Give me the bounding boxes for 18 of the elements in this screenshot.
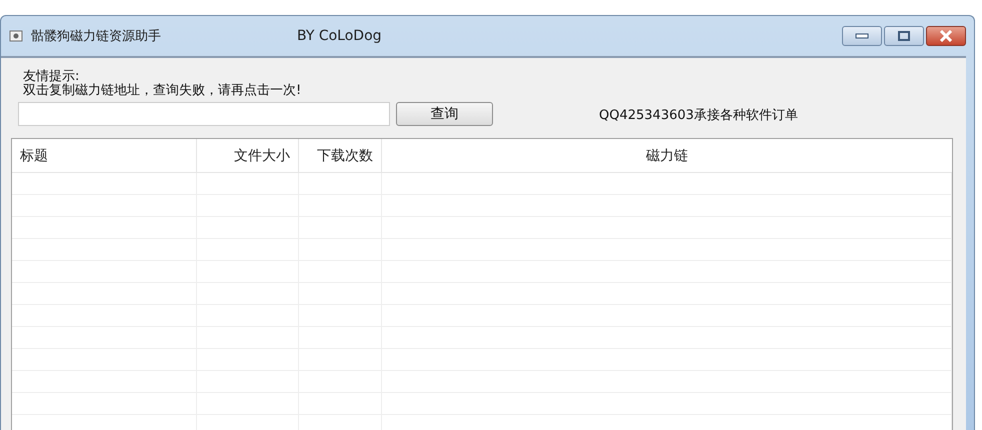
maximize-button[interactable] bbox=[884, 26, 924, 46]
notice-text: QQ425343603承接各种软件订单 bbox=[599, 107, 798, 124]
minimize-icon bbox=[855, 33, 869, 39]
column-header[interactable]: 下载次数 bbox=[299, 139, 382, 172]
search-button[interactable]: 查询 bbox=[396, 102, 493, 126]
window-title: 骷髅狗磁力链资源助手 bbox=[31, 28, 161, 45]
column-header[interactable]: 文件大小 bbox=[197, 139, 299, 172]
hint-text: 双击复制磁力链地址，查询失败，请再点击一次! bbox=[23, 84, 302, 98]
hint-heading: 友情提示: bbox=[23, 70, 80, 84]
column-header[interactable]: 标题 bbox=[12, 139, 197, 172]
maximize-icon bbox=[898, 31, 910, 41]
search-field[interactable] bbox=[18, 102, 390, 126]
close-button[interactable] bbox=[926, 26, 966, 46]
minimize-button[interactable] bbox=[842, 26, 882, 46]
app-icon bbox=[9, 29, 23, 43]
close-icon bbox=[939, 30, 953, 42]
column-header[interactable]: 磁力链 bbox=[382, 139, 952, 172]
window-subtitle: BY CoLoDog bbox=[297, 28, 382, 44]
